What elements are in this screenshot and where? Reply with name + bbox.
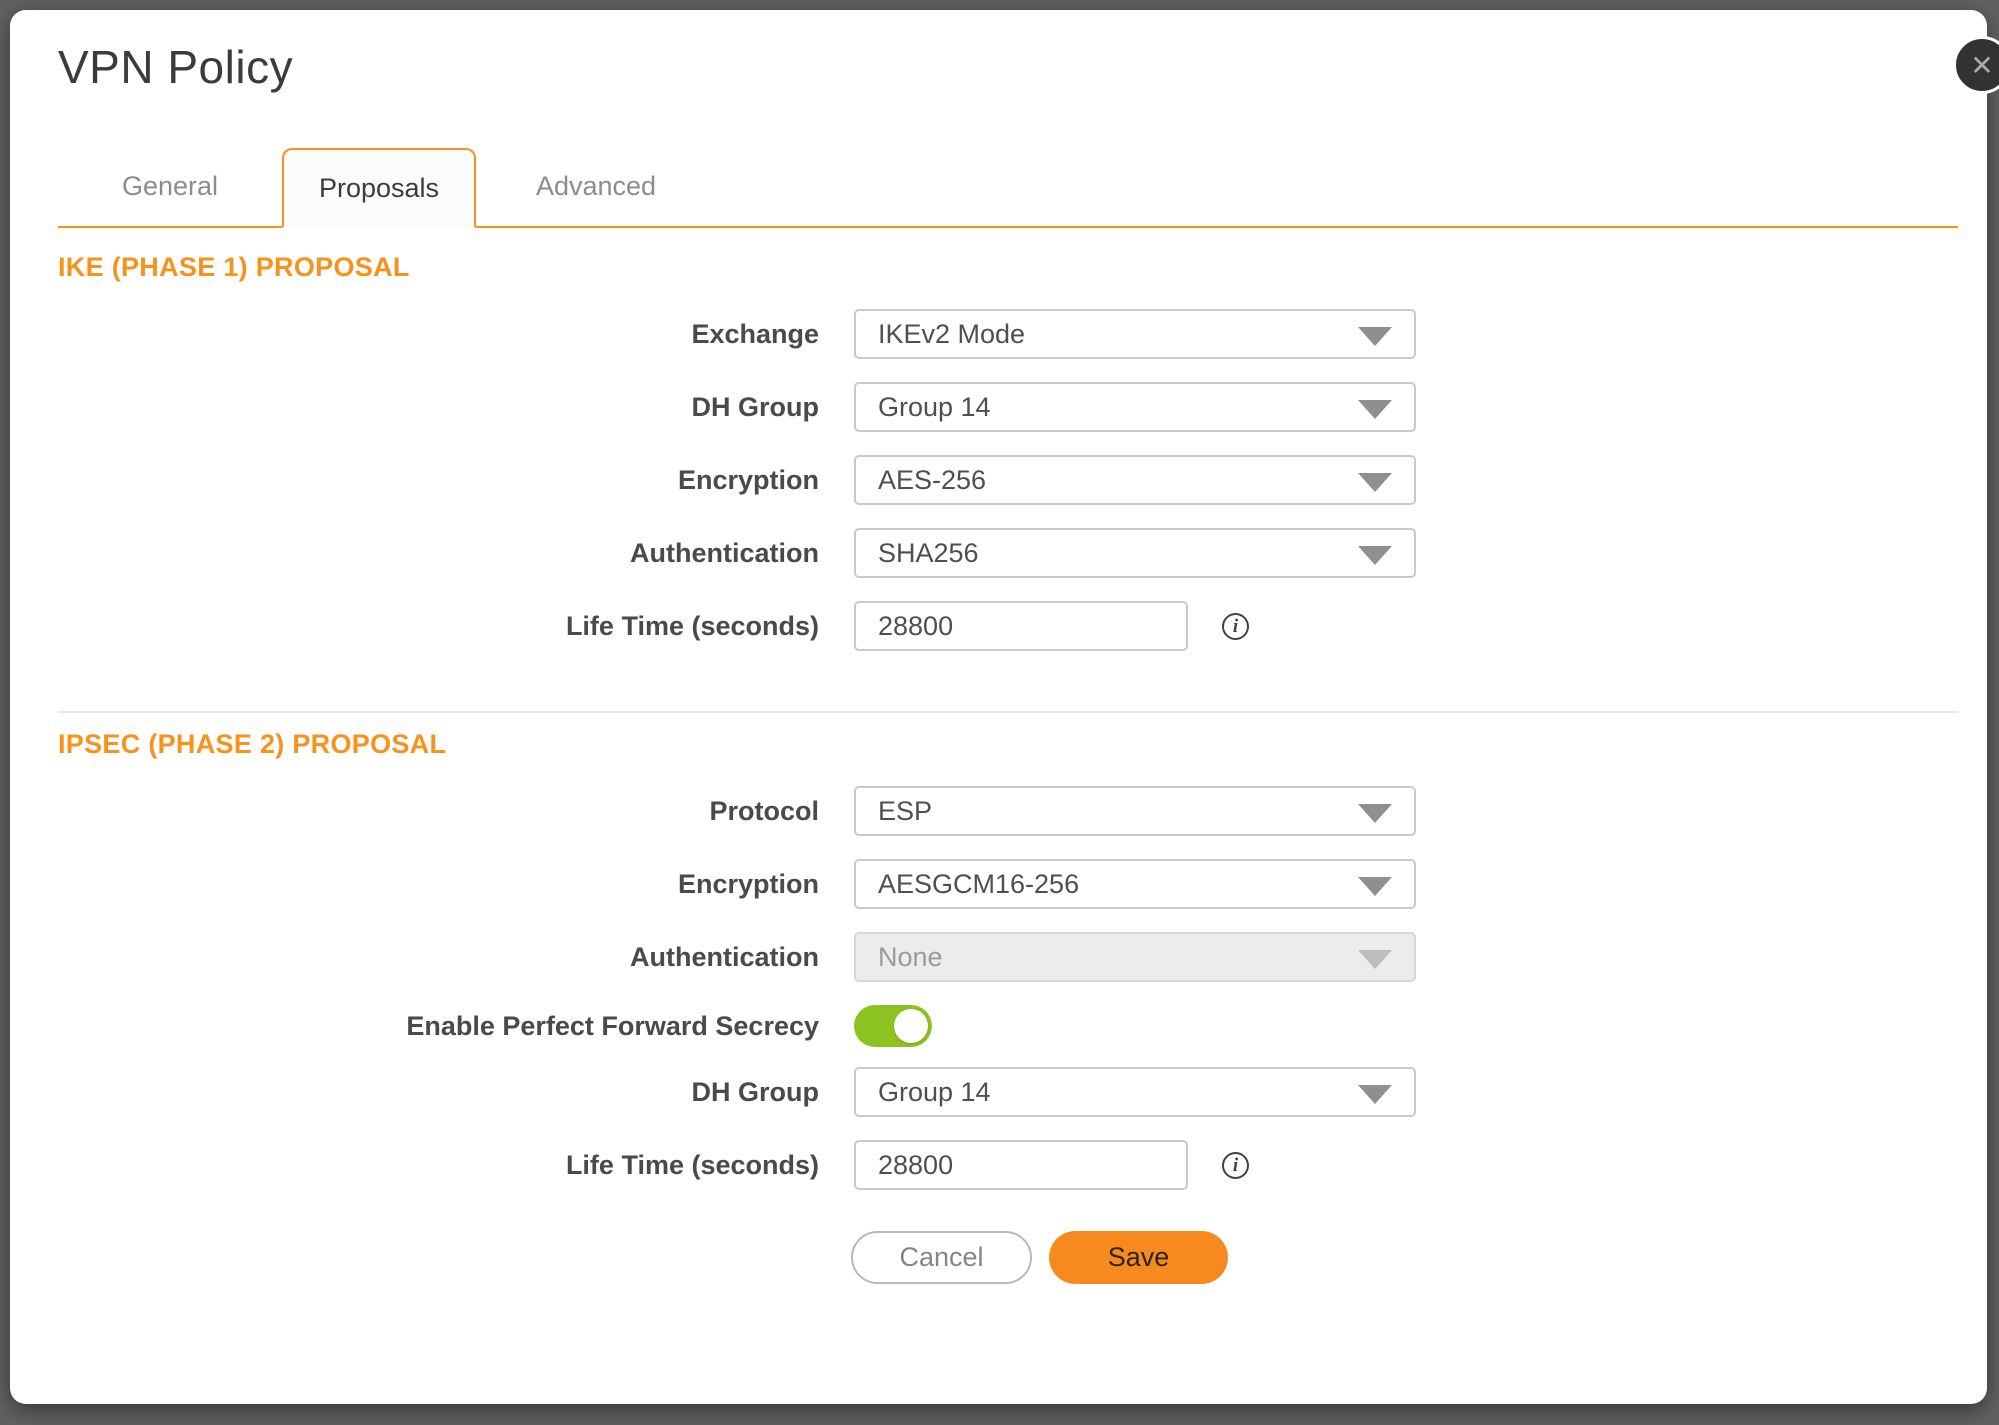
ike-phase1-heading: IKE (PHASE 1) PROPOSAL (58, 252, 1958, 283)
ipsec-dh-group-select[interactable]: Group 14 (854, 1067, 1416, 1117)
info-icon[interactable]: i (1222, 1152, 1249, 1179)
ipsec-authentication-row: Authentication None (58, 932, 1958, 982)
exchange-label: Exchange (58, 319, 854, 350)
save-button[interactable]: Save (1049, 1231, 1228, 1284)
ipsec-lifetime-row: Life Time (seconds) i (58, 1140, 1958, 1190)
section-divider (58, 711, 1958, 713)
ipsec-encryption-row: Encryption AESGCM16-256 (58, 859, 1958, 909)
ike-phase1-form: Exchange IKEv2 Mode DH Group Group 14 En… (58, 309, 1958, 651)
toggle-knob (894, 1009, 928, 1043)
vpn-policy-dialog: VPN Policy General Proposals Advanced IK… (10, 10, 1987, 1404)
ipsec-lifetime-label: Life Time (seconds) (58, 1150, 854, 1181)
cancel-button[interactable]: Cancel (851, 1231, 1032, 1284)
ike-dh-group-select[interactable]: Group 14 (854, 382, 1416, 432)
exchange-value: IKEv2 Mode (878, 319, 1025, 350)
ipsec-phase2-heading: IPSEC (PHASE 2) PROPOSAL (58, 729, 1958, 760)
chevron-down-icon (1358, 546, 1392, 565)
pfs-label: Enable Perfect Forward Secrecy (58, 1011, 854, 1042)
ike-dh-group-value: Group 14 (878, 392, 991, 423)
ike-encryption-value: AES-256 (878, 465, 986, 496)
ipsec-dh-group-row: DH Group Group 14 (58, 1067, 1958, 1117)
ipsec-lifetime-input[interactable] (854, 1140, 1188, 1190)
ike-lifetime-label: Life Time (seconds) (58, 611, 854, 642)
ike-authentication-select[interactable]: SHA256 (854, 528, 1416, 578)
tab-advanced-label: Advanced (536, 171, 656, 202)
ipsec-authentication-select: None (854, 932, 1416, 982)
tab-proposals[interactable]: Proposals (282, 148, 476, 228)
tab-general[interactable]: General (58, 146, 282, 226)
ike-authentication-value: SHA256 (878, 538, 979, 569)
protocol-label: Protocol (58, 796, 854, 827)
close-icon: ✕ (1970, 49, 1993, 82)
ipsec-authentication-label: Authentication (58, 942, 854, 973)
protocol-row: Protocol ESP (58, 786, 1958, 836)
chevron-down-icon (1358, 950, 1392, 969)
ike-dh-group-row: DH Group Group 14 (58, 382, 1958, 432)
pfs-row: Enable Perfect Forward Secrecy (58, 1005, 1958, 1047)
chevron-down-icon (1358, 400, 1392, 419)
chevron-down-icon (1358, 327, 1392, 346)
exchange-select[interactable]: IKEv2 Mode (854, 309, 1416, 359)
ipsec-dh-group-label: DH Group (58, 1077, 854, 1108)
info-icon[interactable]: i (1222, 613, 1249, 640)
tab-general-label: General (122, 171, 218, 202)
chevron-down-icon (1358, 804, 1392, 823)
tab-proposals-label: Proposals (319, 173, 439, 204)
ipsec-encryption-select[interactable]: AESGCM16-256 (854, 859, 1416, 909)
footer-actions: Cancel Save (58, 1231, 1958, 1284)
tab-advanced[interactable]: Advanced (476, 146, 716, 226)
protocol-value: ESP (878, 796, 932, 827)
tab-bar: General Proposals Advanced (58, 146, 1958, 228)
ike-encryption-label: Encryption (58, 465, 854, 496)
ipsec-authentication-value: None (878, 942, 943, 973)
ipsec-dh-group-value: Group 14 (878, 1077, 991, 1108)
chevron-down-icon (1358, 1085, 1392, 1104)
protocol-select[interactable]: ESP (854, 786, 1416, 836)
ike-authentication-row: Authentication SHA256 (58, 528, 1958, 578)
chevron-down-icon (1358, 877, 1392, 896)
pfs-toggle[interactable] (854, 1005, 932, 1047)
chevron-down-icon (1358, 473, 1392, 492)
ipsec-encryption-label: Encryption (58, 869, 854, 900)
ipsec-encryption-value: AESGCM16-256 (878, 869, 1079, 900)
ike-encryption-row: Encryption AES-256 (58, 455, 1958, 505)
ike-lifetime-row: Life Time (seconds) i (58, 601, 1958, 651)
ipsec-phase2-form: Protocol ESP Encryption AESGCM16-256 Aut… (58, 786, 1958, 1190)
exchange-row: Exchange IKEv2 Mode (58, 309, 1958, 359)
ike-encryption-select[interactable]: AES-256 (854, 455, 1416, 505)
ike-lifetime-input[interactable] (854, 601, 1188, 651)
ike-dh-group-label: DH Group (58, 392, 854, 423)
ike-authentication-label: Authentication (58, 538, 854, 569)
page-title: VPN Policy (58, 10, 1958, 94)
